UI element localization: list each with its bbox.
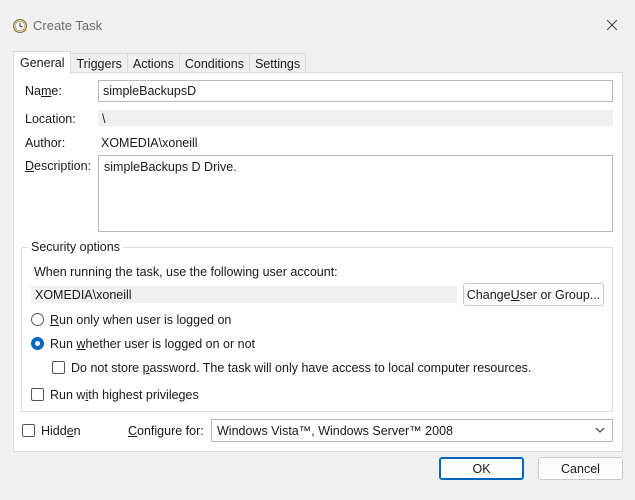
check-accel: e: [66, 424, 74, 438]
description-label: Description:: [25, 159, 91, 173]
check-accel: p: [142, 361, 150, 375]
hidden-label[interactable]: Hidden: [41, 424, 81, 438]
hidden-checkbox[interactable]: [22, 424, 35, 437]
check-label-part: Run w: [50, 388, 86, 402]
highest-privileges-label[interactable]: Run with highest privileges: [50, 388, 199, 402]
chevron-down-icon: [595, 427, 605, 433]
security-options-title: Security options: [28, 240, 123, 254]
radio-label-part: Run: [50, 337, 77, 351]
window-title: Create Task: [33, 18, 103, 33]
location-label: Location:: [25, 112, 76, 126]
tab-settings[interactable]: Settings: [248, 53, 307, 74]
close-button[interactable]: [598, 12, 626, 38]
run-whether-logged-on-radio[interactable]: [31, 337, 44, 350]
check-label-part: n: [73, 424, 81, 438]
task-scheduler-clock-icon: [13, 19, 27, 33]
description-label-part: escription:: [34, 159, 92, 173]
description-textarea[interactable]: simpleBackups D Drive.: [98, 155, 613, 232]
radio-label-part: hether user is logged on or not: [85, 337, 255, 351]
run-whether-logged-on-label[interactable]: Run whether user is logged on or not: [50, 337, 255, 351]
change-btn-part: ser or Group...: [519, 287, 601, 302]
name-input[interactable]: simpleBackupsD: [98, 80, 613, 102]
do-not-store-password-checkbox[interactable]: [52, 361, 65, 374]
tab-strip: General Triggers Actions Conditions Sett…: [13, 51, 307, 74]
tab-general[interactable]: General: [13, 51, 72, 74]
configure-for-label: Configure for:: [128, 424, 204, 438]
tab-conditions[interactable]: Conditions: [178, 53, 250, 74]
configure-label-part: onfigure for:: [137, 424, 204, 438]
ok-button[interactable]: OK: [439, 457, 524, 480]
configure-accel: C: [128, 424, 138, 438]
configure-for-select[interactable]: Windows Vista™, Windows Server™ 2008: [211, 419, 613, 442]
author-value: XOMEDIA\xoneill: [101, 136, 198, 150]
check-label-part: assword. The task will only have access …: [149, 361, 532, 375]
author-label: Author:: [25, 136, 66, 150]
close-icon: [606, 19, 618, 31]
name-label-accel: m: [40, 84, 52, 98]
account-prompt: When running the task, use the following…: [34, 265, 338, 279]
radio-accel: R: [50, 313, 60, 327]
check-label-part: th highest privileges: [88, 388, 199, 402]
configure-for-value: Windows Vista™, Windows Server™ 2008: [217, 423, 453, 438]
name-label: Name:: [25, 84, 62, 98]
check-label-part: Do not store: [71, 361, 143, 375]
check-label-part: Hidd: [41, 424, 67, 438]
radio-label-part: un only when user is logged on: [59, 313, 232, 327]
run-only-logged-on-radio[interactable]: [31, 313, 44, 326]
name-label-part: Na: [25, 84, 41, 98]
description-label-accel: D: [25, 159, 35, 173]
cancel-button[interactable]: Cancel: [538, 457, 623, 480]
user-account-value: XOMEDIA\xoneill: [31, 286, 457, 303]
change-user-or-group-button[interactable]: Change User or Group...: [463, 283, 604, 306]
location-value: \: [98, 110, 613, 126]
do-not-store-password-label[interactable]: Do not store password. The task will onl…: [71, 361, 531, 375]
change-btn-accel: U: [510, 287, 520, 302]
change-btn-part: Change: [466, 287, 511, 302]
run-only-logged-on-label[interactable]: Run only when user is logged on: [50, 313, 231, 327]
highest-privileges-checkbox[interactable]: [31, 388, 44, 401]
tab-actions[interactable]: Actions: [126, 53, 180, 74]
name-label-part: e:: [51, 84, 62, 98]
title-bar: Create Task: [0, 0, 635, 50]
tab-triggers[interactable]: Triggers: [70, 53, 128, 74]
